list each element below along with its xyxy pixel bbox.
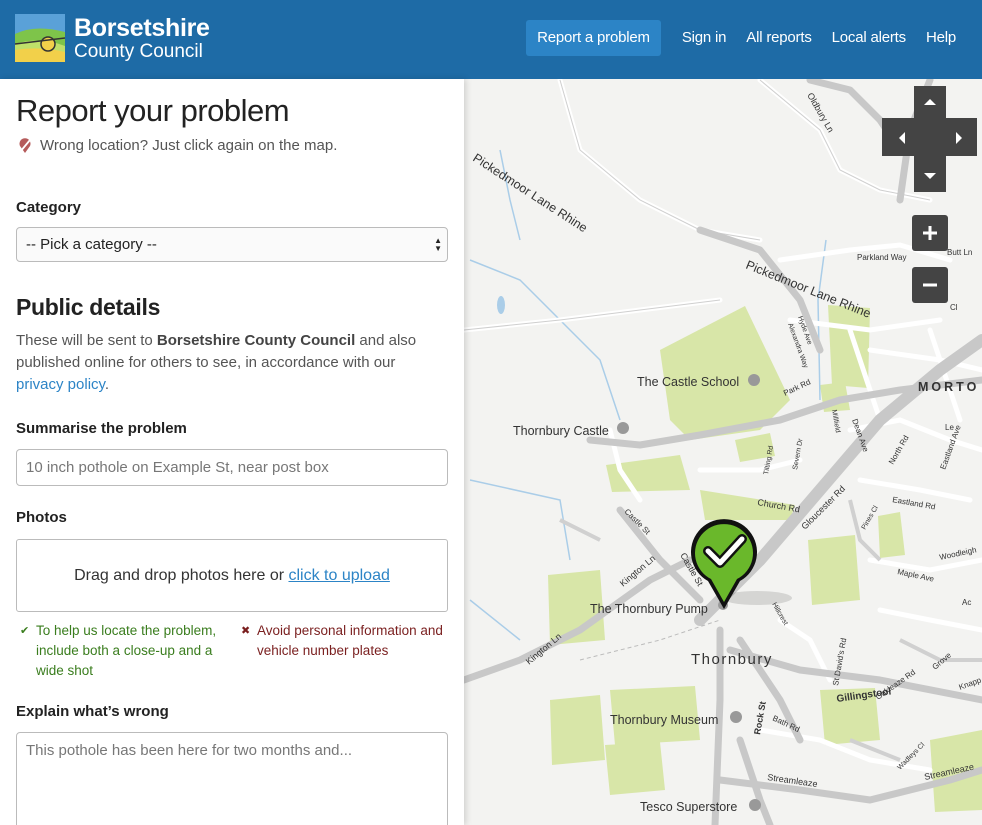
nav-local-alerts[interactable]: Local alerts (822, 20, 916, 56)
label-thornbury: Thornbury (691, 651, 773, 668)
wrong-location-hint: Wrong location? Just click again on the … (18, 137, 337, 154)
public-text-part1: These will be sent to (16, 332, 157, 349)
logo-subtitle[interactable]: County Council (74, 41, 203, 63)
public-details-heading: Public details (16, 294, 161, 320)
label-tesco: Tesco Superstore (640, 800, 737, 814)
details-placeholder: This pothole has been here for two month… (26, 742, 353, 759)
privacy-policy-link[interactable]: privacy policy (16, 376, 105, 393)
zoom-in-button[interactable] (912, 215, 948, 251)
map-pan-control[interactable] (882, 86, 977, 192)
label-thornbury-castle: Thornbury Castle (513, 424, 609, 438)
photo-tip-bad-text: Avoid personal information and vehicle n… (257, 623, 443, 658)
details-textarea[interactable]: This pothole has been here for two month… (16, 732, 448, 825)
category-select[interactable]: -- Pick a category -- ▲ ▼ (16, 227, 448, 262)
pin-off-icon (19, 137, 31, 153)
photo-dropzone[interactable]: Drag and drop photos here or click to up… (16, 539, 448, 612)
plus-icon (923, 226, 937, 240)
main-nav: Report a problem Sign in All reports Loc… (526, 20, 966, 56)
label-thornbury-museum: Thornbury Museum (610, 713, 718, 727)
label-butt: Butt Ln (947, 248, 972, 257)
public-text-part3: . (104, 376, 110, 393)
label-le: Le (945, 423, 954, 432)
report-form-sidebar: Report your problem Wrong location? Just… (0, 79, 464, 825)
nav-report-problem[interactable]: Report a problem (526, 20, 661, 56)
site-header: Borsetshire County Council Report a prob… (0, 0, 982, 79)
label-ac: Ac (962, 598, 971, 607)
photo-tip-bad: ✖ Avoid personal information and vehicle… (241, 621, 451, 661)
minus-icon (923, 283, 937, 287)
label-castle-school: The Castle School (637, 375, 739, 389)
click-to-upload-link[interactable]: click to upload (288, 567, 389, 584)
label-parkland: Parkland Way (857, 253, 907, 262)
nav-sign-in[interactable]: Sign in (672, 20, 736, 56)
map-zoom-control (912, 215, 948, 303)
council-name: Borsetshire County Council (156, 332, 356, 349)
explain-label: Explain what’s wrong (16, 703, 169, 720)
cross-icon: ✖ (241, 625, 251, 637)
label-morton: MORTO (918, 380, 979, 394)
photos-label: Photos (16, 509, 67, 526)
summarise-label: Summarise the problem (16, 420, 187, 437)
photo-tip-good: ✔ To help us locate the problem, include… (20, 621, 230, 681)
select-arrows-icon: ▲ ▼ (434, 236, 442, 253)
page-title: Report your problem (16, 93, 290, 128)
wrong-location-text: Wrong location? Just click again on the … (40, 137, 338, 154)
check-icon: ✔ (20, 625, 30, 637)
report-pin-icon[interactable] (684, 509, 764, 613)
label-cl: Cl (950, 303, 958, 312)
category-label: Category (16, 199, 82, 216)
summary-placeholder: 10 inch pothole on Example St, near post… (26, 459, 329, 476)
category-select-value: -- Pick a category -- (26, 236, 157, 253)
summary-input[interactable]: 10 inch pothole on Example St, near post… (16, 449, 448, 486)
photo-tip-good-text: To help us locate the problem, include b… (36, 623, 217, 678)
zoom-out-button[interactable] (912, 267, 948, 303)
public-details-text: These will be sent to Borsetshire County… (16, 330, 436, 396)
nav-help[interactable]: Help (916, 20, 966, 56)
nav-all-reports[interactable]: All reports (736, 20, 821, 56)
dropzone-text: Drag and drop photos here or (74, 567, 289, 584)
council-logo-icon[interactable] (15, 14, 65, 62)
logo-title[interactable]: Borsetshire (74, 14, 210, 42)
